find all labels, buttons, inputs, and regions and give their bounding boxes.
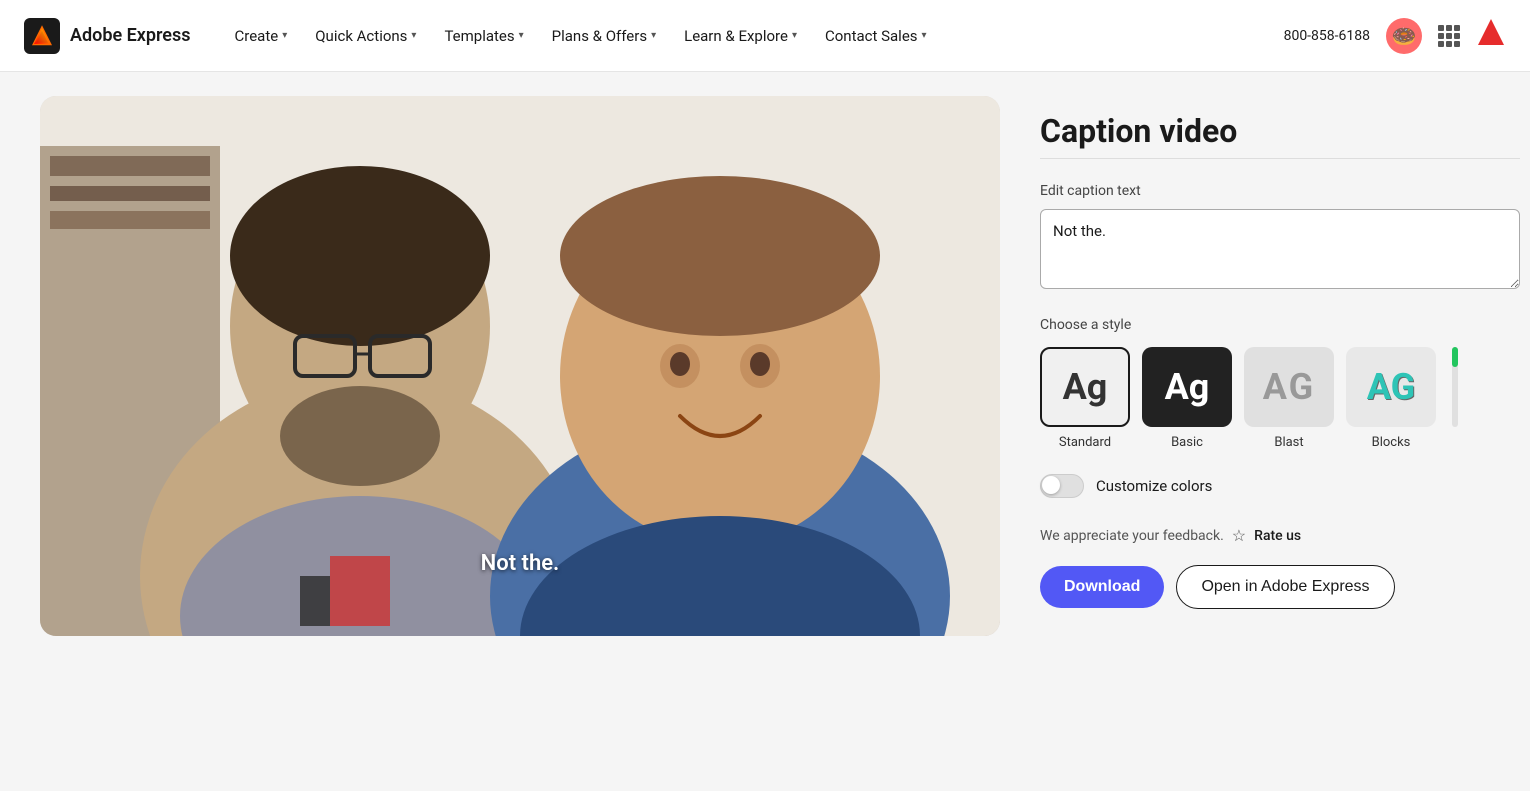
video-container: Not the. ⏸	[40, 96, 1000, 636]
grid-dot-5	[1446, 33, 1452, 39]
style-standard[interactable]: Ag Standard	[1040, 347, 1130, 450]
nav-templates-chevron: ▾	[519, 30, 524, 41]
grid-dot-9	[1454, 41, 1460, 47]
user-avatar[interactable]: 🍩	[1386, 18, 1422, 54]
style-standard-text: Ag	[1063, 366, 1108, 408]
grid-dot-4	[1438, 33, 1444, 39]
style-blocks-text: AG	[1367, 366, 1415, 408]
right-panel: Caption video Edit caption text Not the.…	[1040, 96, 1520, 767]
nav-contact[interactable]: Contact Sales ▾	[813, 19, 939, 53]
customize-colors-label: Customize colors	[1096, 477, 1212, 495]
customize-colors-toggle[interactable]	[1040, 474, 1084, 498]
nav-contact-label: Contact Sales	[825, 27, 918, 45]
nav-plans-chevron: ▾	[651, 30, 656, 41]
style-card-blocks[interactable]: AG	[1346, 347, 1436, 427]
style-blocks-label: Blocks	[1372, 435, 1411, 450]
open-in-express-button[interactable]: Open in Adobe Express	[1176, 565, 1394, 609]
brand-logo[interactable]: Adobe Express	[24, 18, 191, 54]
grid-dot-1	[1438, 25, 1444, 31]
rate-us-link[interactable]: Rate us	[1254, 528, 1301, 544]
nav-templates[interactable]: Templates ▾	[432, 19, 535, 53]
style-scrollbar-thumb	[1452, 347, 1458, 367]
caption-textarea[interactable]: Not the.	[1040, 209, 1520, 289]
style-blast[interactable]: AG Blast	[1244, 347, 1334, 450]
main-content: Not the. ⏸	[0, 72, 1530, 791]
style-options: Ag Standard Ag Basic AG Blast AG	[1040, 347, 1520, 450]
nav-learn-label: Learn & Explore	[684, 27, 788, 45]
style-blast-text: AG	[1263, 366, 1315, 408]
star-icon: ☆	[1232, 526, 1246, 545]
nav-plans[interactable]: Plans & Offers ▾	[540, 19, 668, 53]
download-button[interactable]: Download	[1040, 566, 1164, 608]
style-card-basic[interactable]: Ag	[1142, 347, 1232, 427]
brand-name: Adobe Express	[70, 25, 191, 46]
grid-dot-2	[1446, 25, 1452, 31]
nav-learn[interactable]: Learn & Explore ▾	[672, 19, 809, 53]
action-buttons: Download Open in Adobe Express	[1040, 565, 1520, 609]
style-scrollbar[interactable]	[1452, 347, 1458, 427]
nav-templates-label: Templates	[444, 27, 514, 45]
navbar: Adobe Express Create ▾ Quick Actions ▾ T…	[0, 0, 1530, 72]
apps-grid-icon[interactable]	[1438, 25, 1460, 47]
style-basic[interactable]: Ag Basic	[1142, 347, 1232, 450]
feedback-row: We appreciate your feedback. ☆ Rate us	[1040, 526, 1520, 545]
edit-caption-label: Edit caption text	[1040, 183, 1520, 199]
grid-dot-7	[1438, 41, 1444, 47]
video-panel: Not the. ⏸	[40, 96, 1000, 767]
style-blast-label: Blast	[1274, 435, 1303, 450]
adobe-express-icon	[24, 18, 60, 54]
phone-number: 800-858-6188	[1284, 28, 1370, 44]
nav-contact-chevron: ▾	[922, 30, 927, 41]
nav-items: Create ▾ Quick Actions ▾ Templates ▾ Pla…	[223, 19, 1276, 53]
nav-quick-actions-chevron: ▾	[411, 30, 416, 41]
nav-create-label: Create	[235, 27, 279, 45]
toggle-thumb	[1042, 476, 1060, 494]
style-basic-text: Ag	[1165, 366, 1210, 408]
video-placeholder: Not the.	[40, 96, 1000, 636]
style-standard-label: Standard	[1059, 435, 1111, 450]
style-card-blast[interactable]: AG	[1244, 347, 1334, 427]
nav-quick-actions[interactable]: Quick Actions ▾	[303, 19, 428, 53]
grid-dot-8	[1446, 41, 1452, 47]
customize-colors-row: Customize colors	[1040, 474, 1520, 498]
nav-plans-label: Plans & Offers	[552, 27, 647, 45]
video-caption-overlay: Not the.	[481, 551, 560, 576]
panel-title: Caption video	[1040, 112, 1520, 150]
adobe-logo-icon[interactable]	[1476, 17, 1506, 54]
navbar-right: 800-858-6188 🍩	[1284, 17, 1506, 54]
panel-divider	[1040, 158, 1520, 159]
nav-quick-actions-label: Quick Actions	[315, 27, 407, 45]
nav-create[interactable]: Create ▾	[223, 19, 300, 53]
style-basic-label: Basic	[1171, 435, 1203, 450]
avatar-emoji: 🍩	[1392, 24, 1417, 48]
style-label: Choose a style	[1040, 317, 1520, 333]
style-card-standard[interactable]: Ag	[1040, 347, 1130, 427]
nav-learn-chevron: ▾	[792, 30, 797, 41]
feedback-text: We appreciate your feedback.	[1040, 528, 1224, 544]
grid-dot-6	[1454, 33, 1460, 39]
grid-dot-3	[1454, 25, 1460, 31]
style-blocks[interactable]: AG Blocks	[1346, 347, 1436, 450]
nav-create-chevron: ▾	[282, 30, 287, 41]
